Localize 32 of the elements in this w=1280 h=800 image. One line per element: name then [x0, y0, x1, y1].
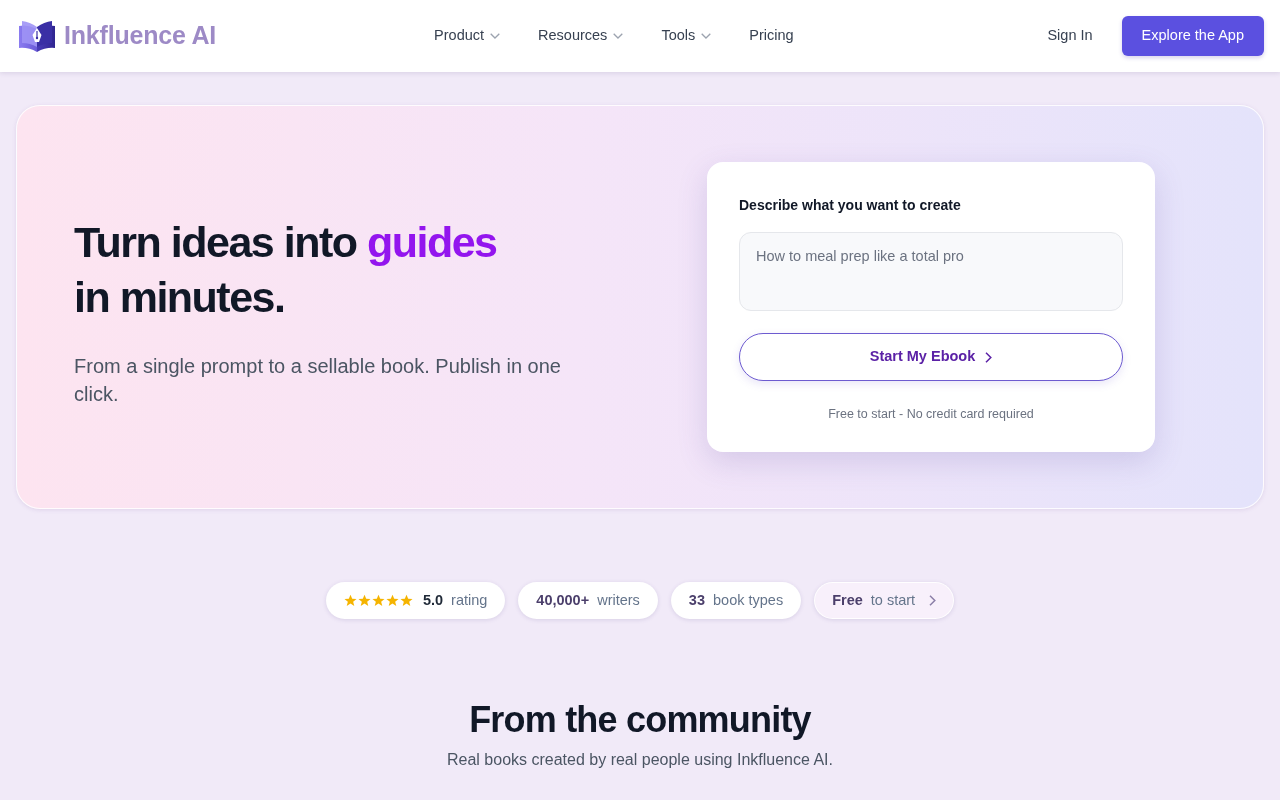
- chevron-down-icon: [613, 33, 624, 39]
- nav-dropdown[interactable]: Tools: [661, 25, 712, 47]
- stat-value: 33: [688, 590, 705, 610]
- explore-app-button[interactable]: Explore the App: [1121, 16, 1264, 56]
- star-icon: [357, 594, 371, 607]
- star-icon: [371, 594, 385, 607]
- section-title: From the community: [468, 698, 812, 742]
- stat-value: 40,000+: [536, 590, 590, 610]
- hero-headline: Turn ideas into guides in minutes.: [74, 216, 498, 323]
- star-icon: [385, 594, 399, 607]
- free-note: Free to start - No credit card required: [827, 406, 1035, 423]
- star-icon: [343, 594, 357, 607]
- start-ebook-button[interactable]: Start My Ebook: [739, 333, 1123, 381]
- start-free-link[interactable]: Free to start: [814, 582, 955, 619]
- stat-label: writers: [597, 590, 640, 610]
- nav-dropdown[interactable]: Resources: [538, 25, 624, 47]
- nav-link[interactable]: Pricing: [749, 25, 794, 47]
- chevron-down-icon: [490, 33, 501, 39]
- chevron-down-icon: [701, 33, 712, 39]
- stat-label: rating: [451, 590, 488, 610]
- chevron-right-icon: [985, 351, 993, 363]
- prompt-field[interactable]: How to meal prep like a total pro: [739, 232, 1123, 311]
- star-icon: [399, 594, 413, 607]
- section-subtitle: Real books created by real people using Inkfluence AI.: [446, 750, 834, 770]
- stat-label: book types: [713, 590, 784, 610]
- chevron-right-icon: [929, 595, 937, 606]
- sign-in-link[interactable]: Sign In: [1047, 25, 1093, 47]
- book-pen-logo-icon: [18, 20, 56, 52]
- prompt-label: Describe what you want to create: [739, 196, 962, 215]
- hero-subtitle: From a single prompt to a sellable book. Publish in one click.: [74, 353, 562, 407]
- nav-dropdown[interactable]: Product: [434, 25, 501, 47]
- stat-value: 5.0: [422, 590, 444, 610]
